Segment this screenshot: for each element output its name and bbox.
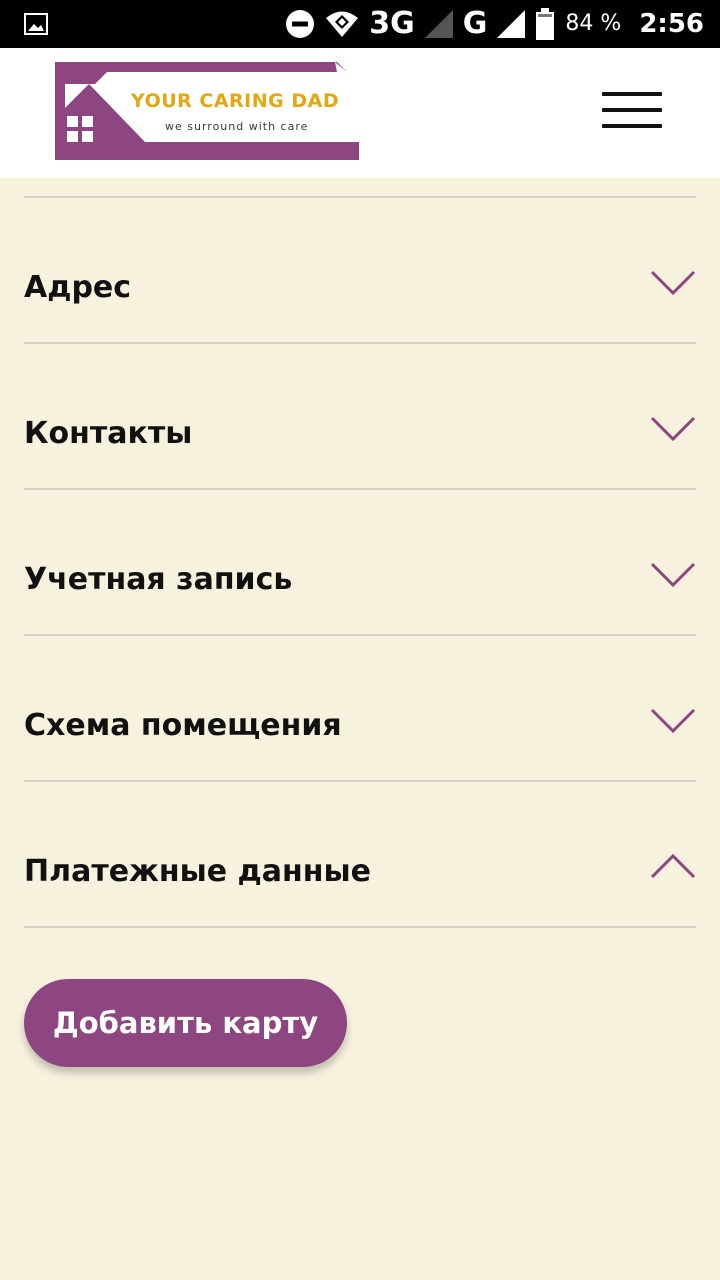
accordion-label: Учетная запись — [24, 562, 293, 597]
hamburger-menu-button[interactable] — [600, 92, 662, 132]
add-card-button[interactable]: Добавить карту — [24, 979, 347, 1067]
accordion-item-floor-plan[interactable]: Схема помещения — [24, 636, 696, 782]
image-notification-icon — [24, 13, 48, 35]
status-icons: 3G G 84 % 2:56 — [285, 0, 704, 48]
signal-icon — [424, 10, 453, 38]
signal-icon — [497, 10, 526, 38]
logo-tagline: we surround with care — [165, 120, 309, 133]
clock: 2:56 — [639, 9, 704, 39]
accordion-item-payment[interactable]: Платежные данные — [24, 782, 696, 928]
accordion-item-account[interactable]: Учетная запись — [24, 490, 696, 636]
accordion-item-address[interactable]: Адрес — [24, 198, 696, 344]
hamburger-menu-icon — [602, 108, 662, 112]
accordion-label: Адрес — [24, 270, 132, 305]
chevron-down-icon — [650, 416, 696, 442]
wifi-icon — [326, 11, 359, 37]
app-header: YOUR CARING DAD we surround with care — [0, 48, 720, 178]
accordion-item-contacts[interactable]: Контакты — [24, 344, 696, 490]
logo-title: YOUR CARING DAD — [131, 90, 340, 112]
brand-logo[interactable]: YOUR CARING DAD we surround with care — [55, 62, 361, 160]
accordion-label: Платежные данные — [24, 854, 371, 889]
chevron-up-icon — [650, 853, 696, 879]
battery-icon — [536, 8, 555, 40]
hamburger-menu-icon — [602, 124, 662, 128]
profile-accordion: Адрес Контакты Учетная запись Схема поме… — [24, 196, 696, 928]
chevron-down-icon — [650, 562, 696, 588]
status-bar: 3G G 84 % 2:56 — [0, 0, 720, 48]
hamburger-menu-icon — [602, 92, 662, 96]
do-not-disturb-icon — [286, 10, 315, 38]
accordion-label: Схема помещения — [24, 708, 342, 743]
chevron-down-icon — [650, 270, 696, 296]
chevron-down-icon — [650, 708, 696, 734]
battery-percentage: 84 % — [565, 11, 622, 36]
accordion-label: Контакты — [24, 416, 193, 451]
network-type-2: G — [462, 6, 488, 41]
network-type-1: 3G — [369, 6, 415, 41]
